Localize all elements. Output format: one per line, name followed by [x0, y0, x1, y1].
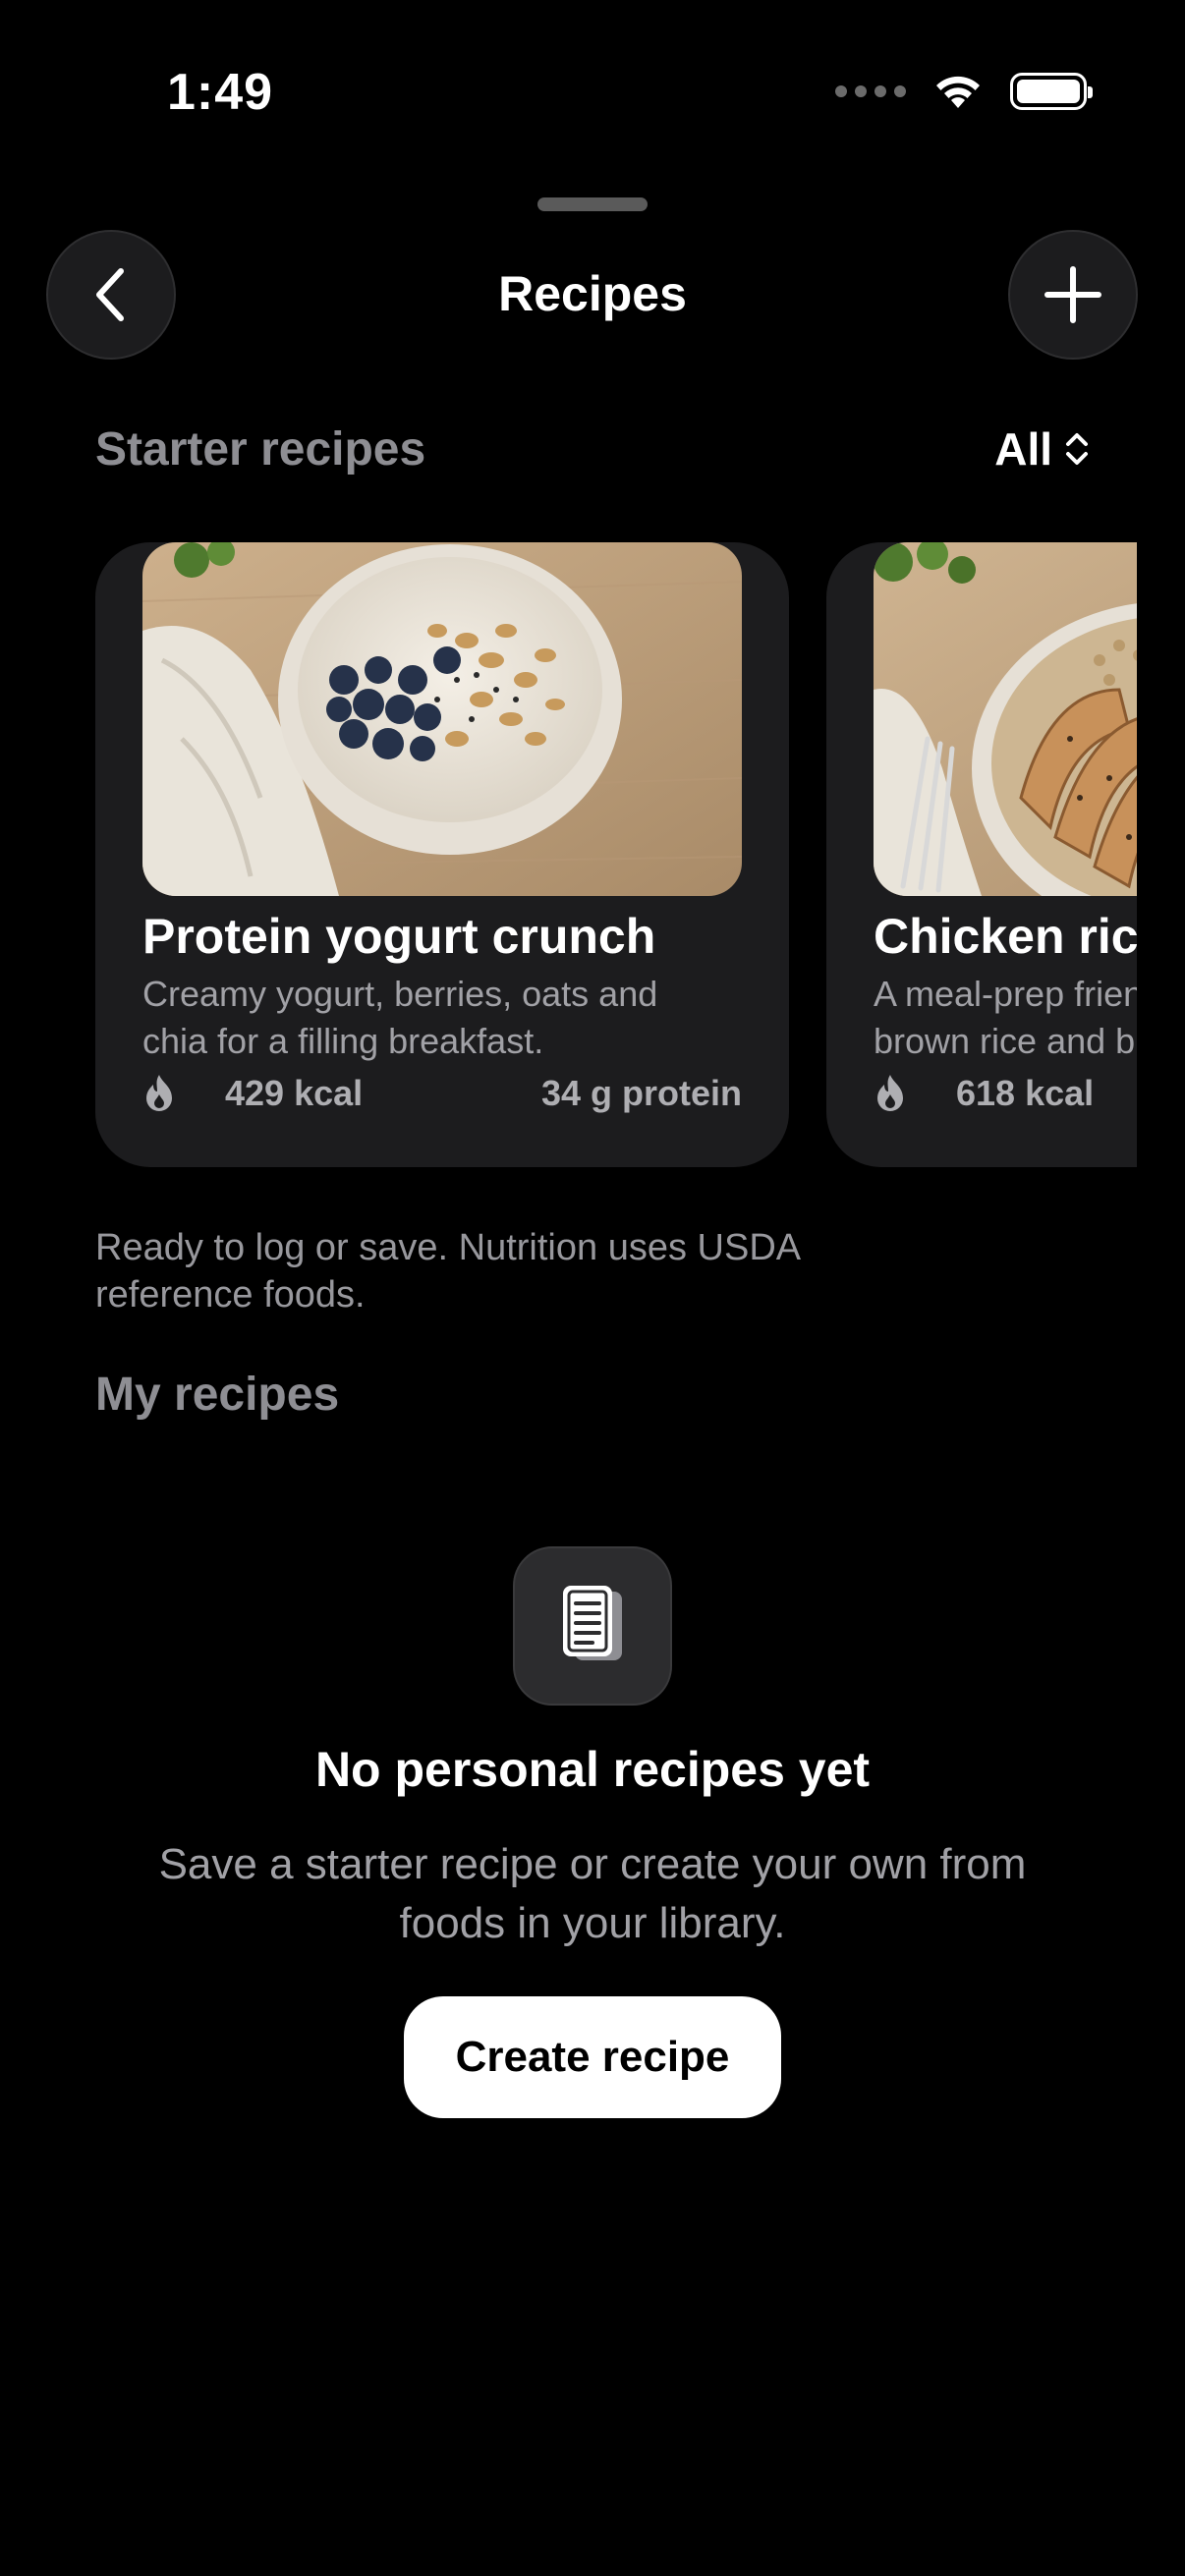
document-icon — [513, 1546, 672, 1706]
empty-state-description: Save a starter recipe or create your own… — [158, 1840, 1027, 1947]
recipe-image-yogurt-bowl — [142, 542, 742, 896]
create-recipe-button[interactable]: Create recipe — [404, 1996, 781, 2118]
recipe-kcal: 618 kcal — [956, 1073, 1095, 1113]
recipe-image-chicken-rice — [874, 542, 1137, 896]
filter-dropdown[interactable]: All — [994, 422, 1090, 476]
recipe-description-line: brown rice and broccoli. — [874, 1021, 1137, 1061]
recipe-description: Creamy yogurt, berries, oats and chia fo… — [142, 971, 732, 1065]
empty-state-title: No personal recipes yet — [314, 1742, 871, 1797]
recipe-description: A meal-prep friendly bowl with brown ric… — [874, 971, 1137, 1065]
cellular-signal-icon — [835, 85, 906, 97]
wifi-icon — [936, 76, 980, 108]
recipe-description-line: chia for a filling breakfast. — [142, 1021, 544, 1061]
flame-icon — [877, 1075, 903, 1111]
filter-label: All — [994, 423, 1052, 475]
status-icons — [835, 73, 1093, 110]
chevron-updown-icon — [1066, 433, 1088, 465]
section-title-starter: Starter recipes — [95, 423, 426, 476]
starter-recipes-carousel[interactable]: Protein yogurt crunch Creamy yogurt, ber… — [95, 542, 1137, 1167]
recipe-meta: 429 kcal 34 g protein — [142, 1073, 742, 1113]
recipe-protein: 34 g protein — [540, 1073, 742, 1113]
status-time: 1:49 — [167, 64, 274, 121]
battery-icon — [1010, 73, 1093, 110]
recipe-meta: 618 kcal — [874, 1073, 1137, 1113]
section-title-my-recipes: My recipes — [95, 1369, 340, 1421]
recipe-title: Protein yogurt crunch — [142, 909, 656, 964]
recipe-description-line: Creamy yogurt, berries, oats and — [142, 974, 658, 1014]
recipe-title: Chicken rice — [874, 909, 1137, 964]
recipe-card[interactable]: Protein yogurt crunch Creamy yogurt, ber… — [95, 542, 789, 1167]
add-recipe-button[interactable] — [1008, 230, 1138, 360]
recipe-description-line: A meal-prep friendly bowl with — [874, 974, 1137, 1014]
plus-icon — [1044, 266, 1101, 323]
recipe-card[interactable]: Chicken rice A meal-prep friendly bowl w… — [826, 542, 1137, 1167]
sheet-grabber[interactable] — [537, 197, 648, 211]
flame-icon — [146, 1075, 172, 1111]
recipe-kcal: 429 kcal — [225, 1073, 364, 1113]
nutrition-source-note: Ready to log or save. Nutrition uses USD… — [95, 1227, 800, 1316]
